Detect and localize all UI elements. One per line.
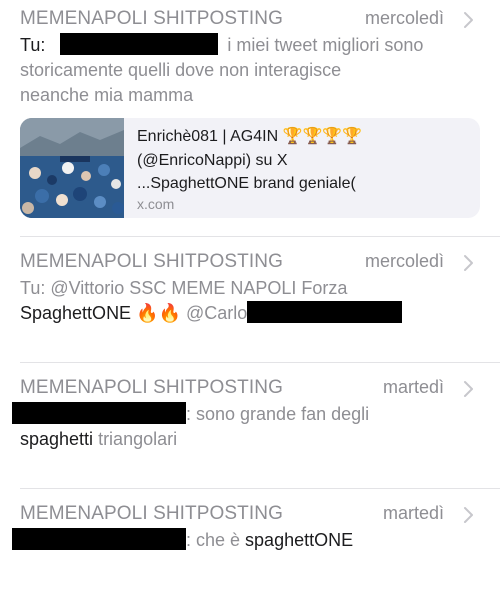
chevron-right-icon: [464, 12, 473, 28]
message-preview: : sono grande fan degli spaghetti triang…: [12, 402, 476, 452]
preview-line-2: storicamente quelli dove non interagisce: [20, 60, 342, 80]
link-preview-domain: x.com: [137, 196, 175, 212]
conversation-row-4[interactable]: MEMENAPOLI SHITPOSTING martedì : che è s…: [0, 489, 500, 601]
redacted-name: [247, 301, 403, 323]
conversation-row-2[interactable]: MEMENAPOLI SHITPOSTING mercoledì Tu: @Vi…: [0, 237, 500, 361]
you-prefix: Tu:: [20, 35, 46, 55]
message-date: martedì: [382, 503, 444, 523]
preview-line-2: triangolari: [93, 429, 178, 449]
highlight-term: spaghettONE: [245, 530, 354, 550]
redacted-name: [12, 402, 186, 424]
chevron-right-icon: [464, 381, 473, 397]
sender-name: MEMENAPOLI SHITPOSTING: [20, 8, 283, 29]
message-date: mercoledì: [364, 251, 444, 271]
preview-line-1: i miei tweet migliori sono: [227, 35, 424, 55]
preview-line-1: Tu: @Vittorio SSC MEME NAPOLI Forza: [20, 278, 348, 298]
chevron-right-icon: [464, 255, 473, 271]
preview-line-3: neanche mia mamma: [20, 85, 194, 105]
message-date: mercoledì: [364, 8, 444, 28]
message-preview: : che è spaghettONE: [12, 528, 476, 553]
redacted-name: [60, 33, 219, 55]
highlight-term: spaghetti: [20, 429, 94, 449]
message-date: martedì: [382, 377, 444, 397]
chevron-right-icon: [464, 507, 473, 523]
sender-name: MEMENAPOLI SHITPOSTING: [20, 377, 283, 398]
link-preview-thumbnail: [20, 118, 124, 218]
link-preview-title: Enrichè081 | AG4IN 🏆🏆🏆🏆: [137, 128, 363, 145]
link-preview-description: ...SpaghettONE brand geniale(: [137, 175, 356, 192]
preview-line-1: : sono grande fan degli: [186, 404, 370, 424]
sender-name: MEMENAPOLI SHITPOSTING: [20, 251, 283, 272]
message-preview: Tu: @Vittorio SSC MEME NAPOLI Forza Spag…: [20, 276, 476, 326]
sender-name: MEMENAPOLI SHITPOSTING: [20, 503, 283, 524]
link-preview-title-line-2: (@EnricoNappi) su X: [137, 152, 288, 169]
redacted-name: [12, 528, 186, 550]
link-preview-card[interactable]: Enrichè081 | AG4IN 🏆🏆🏆🏆 (@EnricoNappi) s…: [20, 118, 480, 218]
highlight-term: SpaghettONE: [20, 303, 132, 323]
conversation-row-3[interactable]: MEMENAPOLI SHITPOSTING martedì : sono gr…: [0, 363, 500, 487]
conversation-row-1[interactable]: MEMENAPOLI SHITPOSTING mercoledì Tu: i m…: [0, 0, 500, 236]
fire-emoji: 🔥🔥: [136, 303, 181, 323]
preview-line-2: @Carlo: [185, 303, 248, 323]
preview-line-1: : che è: [186, 530, 246, 550]
message-preview: Tu: i miei tweet migliori sono storicame…: [20, 33, 476, 108]
